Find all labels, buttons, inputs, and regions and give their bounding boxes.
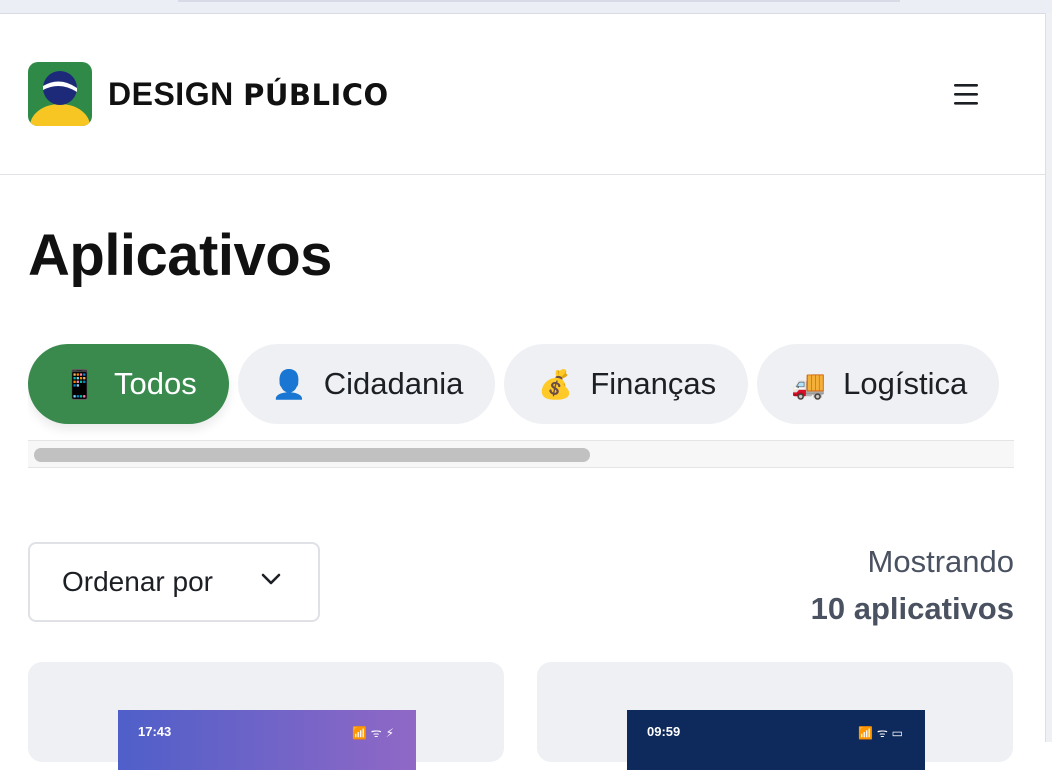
category-chip-todos[interactable]: 📱 Todos — [28, 344, 229, 424]
category-chip-label: Todos — [114, 366, 197, 401]
category-chip-label: Cidadania — [323, 366, 464, 401]
site-header: DESIGN PÚBLICO — [0, 14, 1046, 175]
browser-top-strip — [0, 0, 1052, 14]
brand-name-bold: DESIGN — [108, 76, 234, 112]
app-card[interactable]: 09:59 📶 ᯤ ▭ — [537, 662, 1013, 770]
category-chip-cidadania[interactable]: 👤 Cidadania — [237, 344, 496, 424]
page-scrollbar[interactable] — [1045, 13, 1052, 742]
person-silhouette-icon: 👤 — [271, 367, 307, 401]
category-horizontal-scrollbar[interactable] — [28, 440, 1014, 468]
app-card[interactable]: 17:43 📶 ᯤ ⚡ — [28, 662, 504, 770]
delivery-truck-icon: 🚚 — [791, 367, 827, 401]
results-count-value: 10 aplicativos — [810, 591, 1014, 626]
design-publico-logo[interactable] — [28, 62, 92, 126]
mobile-phone-icon: 📱 — [62, 367, 97, 401]
scrollbar-thumb[interactable] — [34, 448, 590, 462]
category-chip-logistica[interactable]: 🚚 Logística — [757, 344, 1000, 424]
sort-dropdown[interactable]: Ordenar por — [28, 542, 320, 622]
chevron-down-icon — [261, 573, 281, 585]
category-chip-label: Logística — [843, 366, 968, 401]
category-chip-label: Finanças — [590, 366, 717, 401]
page-title: Aplicativos — [28, 223, 332, 288]
results-count-prefix: Mostrando — [867, 544, 1014, 579]
phone-status-icons: 📶 ᯤ ⚡ — [352, 726, 394, 740]
hamburger-menu-icon — [954, 84, 978, 105]
app-screenshot: 17:43 📶 ᯤ ⚡ — [118, 710, 416, 770]
browser-tab-strip — [178, 0, 900, 2]
phone-status-icons: 📶 ᯤ ▭ — [858, 726, 903, 740]
sort-dropdown-label: Ordenar por — [62, 566, 213, 597]
phone-status-time: 09:59 — [647, 724, 681, 739]
category-chip-financas[interactable]: 💰 Finanças — [504, 344, 749, 424]
brand-name[interactable]: DESIGN PÚBLICO — [108, 76, 389, 113]
results-count: Mostrando 10 aplicativos — [811, 538, 1014, 632]
money-bag-icon: 💰 — [538, 367, 574, 401]
category-filter-bar: 📱 Todos 👤 Cidadania 💰 Finanças 🚚 Logísti… — [28, 344, 1014, 468]
brand-name-light: PÚBLICO — [243, 78, 389, 112]
logo-icon — [28, 62, 92, 126]
phone-status-time: 17:43 — [138, 724, 172, 739]
menu-button[interactable] — [946, 82, 986, 108]
app-screenshot: 09:59 📶 ᯤ ▭ — [627, 710, 925, 770]
